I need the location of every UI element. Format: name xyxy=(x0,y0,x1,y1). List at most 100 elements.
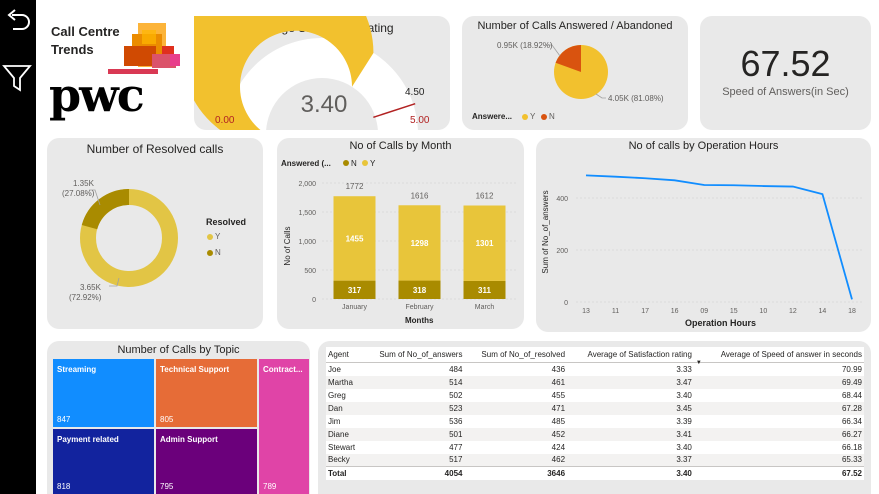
month-x-tick: February xyxy=(405,304,434,311)
hours-x-tick: 11 xyxy=(612,308,619,315)
table-row[interactable]: Jim 536 485 3.39 66.34 xyxy=(326,415,864,428)
cell-satisfaction: 3.40 xyxy=(676,390,692,400)
table-row[interactable]: Becky 517 462 3.37 65.33 xyxy=(326,453,864,467)
cell-answers: 523 xyxy=(362,401,465,415)
cell-resolved: 485 xyxy=(551,416,566,426)
hours-x-tick: 09 xyxy=(700,308,708,315)
answered-pie-card[interactable]: Number of Calls Answered / Abandoned 0.9… xyxy=(462,16,688,130)
treemap-value: 795 xyxy=(160,482,174,491)
treemap-label: Payment related xyxy=(57,435,119,444)
cell-resolved: 471 xyxy=(464,401,568,415)
topic-treemap-card[interactable]: Number of Calls by Topic Streaming 847 T… xyxy=(47,341,310,494)
pwc-logo-text: pwc xyxy=(49,68,145,122)
month-legend-y[interactable]: Y xyxy=(370,159,375,168)
treemap-cell-admin-support[interactable]: Admin Support 795 xyxy=(156,429,257,494)
treemap-cell-technical-support[interactable]: Technical Support 805 xyxy=(156,359,257,427)
filter-funnel-icon[interactable] xyxy=(0,60,36,96)
cell-resolved: 452 xyxy=(464,427,568,441)
cell-satisfaction: 3.41 xyxy=(567,427,694,441)
cell-speed: 66.27 xyxy=(693,427,864,441)
donut-legend-title: Resolved xyxy=(206,217,247,227)
speed-kpi-card[interactable]: 67.52 Speed of Answers(in Sec) xyxy=(700,16,871,130)
table-row[interactable]: Martha 514 461 3.47 69.49 xyxy=(326,375,864,389)
cell-speed: 66.18 xyxy=(841,442,862,452)
treemap-value: 805 xyxy=(160,415,174,424)
hours-x-tick: 10 xyxy=(759,308,767,315)
treemap-value: 847 xyxy=(57,415,71,424)
kpi-label: Speed of Answers(in Sec) xyxy=(722,86,849,98)
treemap-label: Streaming xyxy=(57,365,97,374)
total-resolved: 3646 xyxy=(464,466,568,480)
hours-x-tick: 18 xyxy=(848,308,856,315)
gauge-max: 5.00 xyxy=(410,115,430,126)
month-bar-y-label: 1301 xyxy=(476,239,494,248)
back-arrow-icon[interactable] xyxy=(0,2,36,38)
pie-legend-y[interactable]: Y xyxy=(530,112,535,121)
cell-answers: 502 xyxy=(449,390,463,400)
cell-agent: Greg xyxy=(328,390,346,400)
hours-x-tick: 14 xyxy=(819,308,827,315)
month-bars: 2,000 1,500 1,000 500 0 317 1455 1772 January 318… xyxy=(298,181,517,311)
cell-agent: Joe xyxy=(328,364,341,374)
treemap-cell-payment-related[interactable]: Payment related 818 xyxy=(53,429,154,494)
donut-legend-y[interactable]: Y xyxy=(215,232,220,241)
cell-answers: 477 xyxy=(449,442,463,452)
col-header-answers[interactable]: Sum of No_of_answers xyxy=(362,347,465,363)
hours-line xyxy=(585,174,853,300)
donut-ring-n xyxy=(81,189,130,230)
table-row[interactable]: Joe 484 436 3.33 70.99 xyxy=(326,363,864,376)
hours-x-axis-label: Operation Hours xyxy=(685,318,757,328)
donut-label-n-2: (27.08%) xyxy=(62,189,95,198)
cell-satisfaction: 3.39 xyxy=(676,416,692,426)
month-y-tick: 1,500 xyxy=(298,210,316,217)
cell-resolved: 461 xyxy=(464,375,568,389)
col-header-resolved[interactable]: Sum of No_of_resolved xyxy=(464,347,568,363)
cell-satisfaction: 3.40 xyxy=(676,442,692,452)
col-header-satisfaction[interactable]: Average of Satisfaction rating xyxy=(567,347,694,363)
pie-legend-n[interactable]: N xyxy=(549,112,555,121)
col-header-speed[interactable]: Average of Speed of answer in seconds ▼ xyxy=(693,347,864,366)
cell-answers: 484 xyxy=(449,364,463,374)
agent-table[interactable]: Agent Sum of No_of_answers Sum of No_of_… xyxy=(326,347,864,480)
treemap-label: Technical Support xyxy=(160,365,230,374)
table-row[interactable]: Dan 523 471 3.45 67.28 xyxy=(326,401,864,415)
gauge-target-label: 4.50 xyxy=(405,87,425,98)
table-row[interactable]: Greg 502 455 3.40 68.44 xyxy=(326,389,864,402)
hours-x-tick: 15 xyxy=(730,308,738,315)
hours-chart-card[interactable]: No of calls by Operation Hours 400 200 0 13… xyxy=(536,138,871,332)
treemap-cell-streaming[interactable]: Streaming 847 xyxy=(53,359,154,427)
month-y-tick: 0 xyxy=(312,297,316,304)
table-row[interactable]: Stewart 477 424 3.40 66.18 xyxy=(326,441,864,454)
month-bar-n-label: 317 xyxy=(348,286,362,295)
month-y-tick: 500 xyxy=(304,268,316,275)
total-speed: 67.52 xyxy=(693,466,864,480)
total-satisfaction: 3.40 xyxy=(567,466,694,480)
donut-legend-n[interactable]: N xyxy=(215,248,221,257)
hours-y-tick: 0 xyxy=(564,300,568,307)
month-y-tick: 1,000 xyxy=(298,239,316,246)
report-canvas: Call Centre Trends pwc Average Satisfact… xyxy=(0,0,879,494)
cell-answers: 517 xyxy=(362,453,465,467)
cell-agent: Diane xyxy=(326,427,363,441)
sort-desc-icon: ▼ xyxy=(695,360,702,366)
treemap-cell-contract[interactable]: Contract... 789 xyxy=(259,359,309,494)
month-y-axis-label: No of Calls xyxy=(283,226,292,265)
cell-answers: 501 xyxy=(362,427,465,441)
month-legend-n[interactable]: N xyxy=(351,159,357,168)
table-row[interactable]: Diane 501 452 3.41 66.27 xyxy=(326,427,864,441)
cell-speed: 67.28 xyxy=(693,401,864,415)
month-bar-total-label: 1612 xyxy=(476,192,494,201)
total-label: Total xyxy=(326,466,363,480)
hours-x-tick: 16 xyxy=(671,308,679,315)
col-header-agent[interactable]: Agent xyxy=(326,347,363,363)
month-bar-y-label: 1298 xyxy=(411,239,429,248)
month-chart-card[interactable]: No of Calls by Month Answered (... 2,000… xyxy=(277,138,524,329)
cell-answers: 536 xyxy=(449,416,463,426)
treemap-label: Contract... xyxy=(263,365,303,374)
resolved-donut-card[interactable]: Number of Resolved calls 1.35K (27.08%) … xyxy=(47,138,263,329)
hours-y-axis-label: Sum of No_of_answers xyxy=(541,190,550,273)
hours-chart-svg: 400 200 0 13 11 17 16 09 15 10 12 14 18 Sum of No_of… xyxy=(541,174,862,315)
cell-agent: Martha xyxy=(326,375,363,389)
satisfaction-gauge-card[interactable]: Average Satisfaction rating 3.40 0.00 5.… xyxy=(194,16,450,130)
hours-x-tick: 12 xyxy=(789,308,797,315)
